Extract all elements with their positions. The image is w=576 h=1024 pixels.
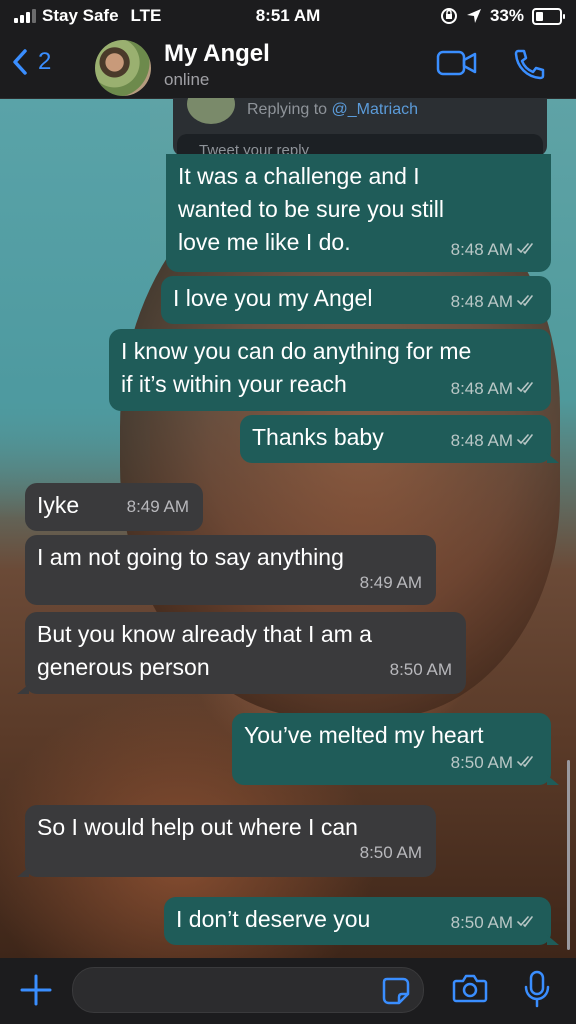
read-receipt-icon xyxy=(517,424,539,457)
read-receipt-icon xyxy=(517,285,539,318)
voice-message-button[interactable] xyxy=(522,970,552,1013)
phone-icon xyxy=(514,49,545,80)
message-time: 8:49 AM xyxy=(359,573,422,592)
message-bubble-outgoing[interactable]: I love you my Angel 8:48 AM xyxy=(161,276,551,324)
sticker-button[interactable] xyxy=(381,976,411,1011)
sticker-icon xyxy=(382,977,410,1005)
message-meta: 8:50 AM xyxy=(451,746,539,779)
replying-handle: @_Matriach xyxy=(331,101,419,118)
plus-icon xyxy=(20,974,52,1006)
attach-button[interactable] xyxy=(18,972,54,1013)
camera-icon xyxy=(452,974,488,1003)
message-meta: 8:48 AM xyxy=(451,233,539,266)
contact-name: My Angel xyxy=(164,40,270,67)
contact-info[interactable]: My Angel online xyxy=(164,40,270,90)
message-time: 8:48 AM xyxy=(450,240,513,259)
read-receipt-icon xyxy=(517,233,539,266)
bubble-tail xyxy=(547,453,559,463)
read-receipt-icon xyxy=(517,746,539,779)
message-meta: 8:50 AM xyxy=(451,906,539,939)
battery-icon xyxy=(532,7,565,25)
message-meta: 8:48 AM xyxy=(451,372,539,405)
tweet-avatar xyxy=(187,98,235,124)
message-time: 8:50 AM xyxy=(450,913,513,932)
status-right: 33% xyxy=(440,6,565,26)
message-meta: 8:48 AM xyxy=(451,285,539,318)
contact-status: online xyxy=(164,70,210,89)
message-time: 8:50 AM xyxy=(450,753,513,772)
read-receipt-icon xyxy=(517,372,539,405)
location-icon xyxy=(466,9,481,23)
bubble-tail xyxy=(17,867,29,877)
message-input-bar xyxy=(0,958,576,1024)
message-bubble-outgoing[interactable]: I know you can do anything for me if it’… xyxy=(109,329,551,411)
message-time: 8:50 AM xyxy=(359,843,422,862)
message-time: 8:48 AM xyxy=(450,431,513,450)
voice-call-button[interactable] xyxy=(512,48,546,85)
contact-avatar[interactable] xyxy=(95,40,151,96)
orientation-lock-icon xyxy=(440,8,457,24)
video-call-button[interactable] xyxy=(436,48,478,83)
message-time: 8:48 AM xyxy=(450,292,513,311)
chat-header: 2 My Angel online xyxy=(0,32,576,99)
status-bar: Stay Safe LTE 8:51 AM 33% xyxy=(0,0,576,32)
bubble-tail xyxy=(17,684,29,694)
back-button[interactable]: 2 xyxy=(12,48,51,76)
message-time: 8:50 AM xyxy=(389,660,452,679)
message-time: 8:48 AM xyxy=(450,379,513,398)
message-time: 8:49 AM xyxy=(126,497,189,516)
chevron-left-icon xyxy=(13,49,27,75)
read-receipt-icon xyxy=(517,906,539,939)
bubble-tail xyxy=(547,935,559,945)
video-camera-icon xyxy=(436,50,477,76)
quoted-tweet-image[interactable]: Replying to @_Matriach Tweet your reply xyxy=(173,98,547,156)
microphone-icon xyxy=(524,970,550,1008)
message-input[interactable] xyxy=(72,967,424,1013)
camera-button[interactable] xyxy=(452,972,488,1009)
unread-count: 2 xyxy=(38,48,52,75)
bubble-tail xyxy=(547,775,559,785)
message-meta: 8:48 AM xyxy=(451,424,539,457)
message-bubble-outgoing[interactable]: Thanks baby 8:48 AM xyxy=(240,415,559,463)
message-bubble-outgoing[interactable]: You’ve melted my heart 8:50 AM xyxy=(232,713,559,785)
message-bubble-incoming[interactable]: I am not going to say anything 8:49 AM xyxy=(25,535,436,605)
message-bubble-outgoing[interactable]: It was a challenge and I wanted to be su… xyxy=(166,154,551,272)
scroll-indicator[interactable] xyxy=(567,760,570,950)
message-bubble-incoming[interactable]: So I would help out where I can 8:50 AM xyxy=(17,805,436,877)
battery-percent: 33% xyxy=(489,6,524,25)
message-bubble-outgoing[interactable]: I don’t deserve you 8:50 AM xyxy=(164,897,559,945)
message-bubble-incoming[interactable]: Iyke 8:49 AM xyxy=(25,483,203,531)
message-bubble-incoming[interactable]: But you know already that I am a generou… xyxy=(17,612,466,694)
replying-to-label: Replying to @_Matriach xyxy=(247,101,419,118)
